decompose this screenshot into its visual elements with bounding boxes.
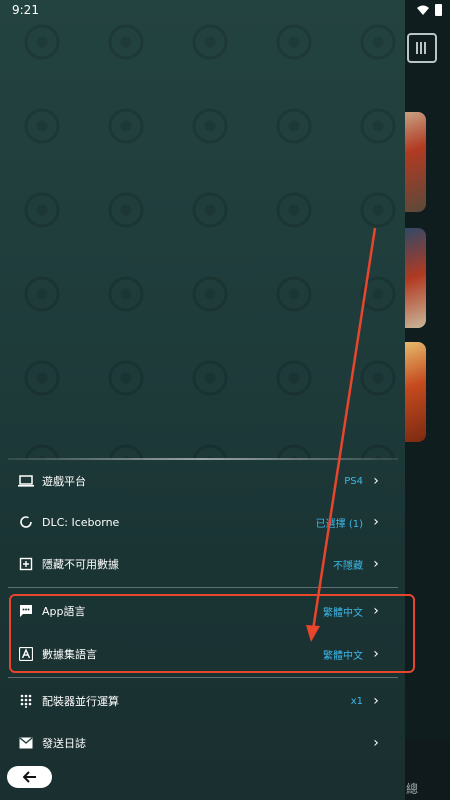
arrow-left-icon (22, 771, 36, 783)
chevron-right-icon: › (373, 514, 379, 530)
grid-dots-icon (18, 693, 34, 709)
wifi-icon (417, 5, 429, 15)
chevron-right-icon: › (373, 693, 379, 709)
hide-data-icon (18, 556, 34, 572)
menu-item-dlc[interactable]: DLC: Iceborne 已選擇 (1) › (0, 501, 405, 543)
background-footer: 總 (398, 740, 450, 800)
menu-item-value: PS4 (344, 475, 363, 487)
qr-scan-icon[interactable] (407, 33, 437, 63)
menu-item-hide-unavailable[interactable]: 隱藏不可用數據 不隱藏 › (0, 543, 405, 585)
back-button[interactable] (7, 766, 52, 788)
menu-item-game-platform[interactable]: 遊戲平台 PS4 › (0, 460, 405, 502)
menu-item-label: 配裝器並行運算 (42, 695, 119, 708)
chevron-right-icon: › (373, 556, 379, 572)
chevron-right-icon: › (373, 735, 379, 751)
mail-icon (18, 735, 34, 751)
status-bar: 9:21 (0, 0, 450, 20)
menu-item-value: 不隱藏 (333, 560, 363, 572)
dlc-ring-icon (18, 514, 34, 530)
menu-item-label: DLC: Iceborne (42, 515, 120, 529)
menu-item-label: 遊戲平台 (42, 475, 86, 488)
menu-item-value: 已選擇 (1) (315, 518, 363, 530)
laptop-icon (18, 473, 34, 489)
menu-item-label: 發送日誌 (42, 737, 86, 750)
menu-item-parallel-compute[interactable]: 配裝器並行運算 x1 › (0, 680, 405, 722)
menu-item-send-logs[interactable]: 發送日誌 › (0, 722, 405, 764)
status-time: 9:21 (12, 3, 39, 17)
background-footer-text: 總 (406, 782, 419, 796)
settings-drawer: 遊戲平台 PS4 › DLC: Iceborne 已選擇 (1) › 隱藏不可用… (0, 0, 405, 800)
annotation-highlight-box (9, 594, 415, 673)
menu-item-value: x1 (350, 695, 363, 707)
menu-item-label: 隱藏不可用數據 (42, 558, 119, 571)
battery-icon (435, 4, 442, 16)
menu-divider (8, 587, 398, 588)
menu-divider (8, 677, 398, 678)
chevron-right-icon: › (373, 473, 379, 489)
drawer-pattern (0, 0, 405, 460)
